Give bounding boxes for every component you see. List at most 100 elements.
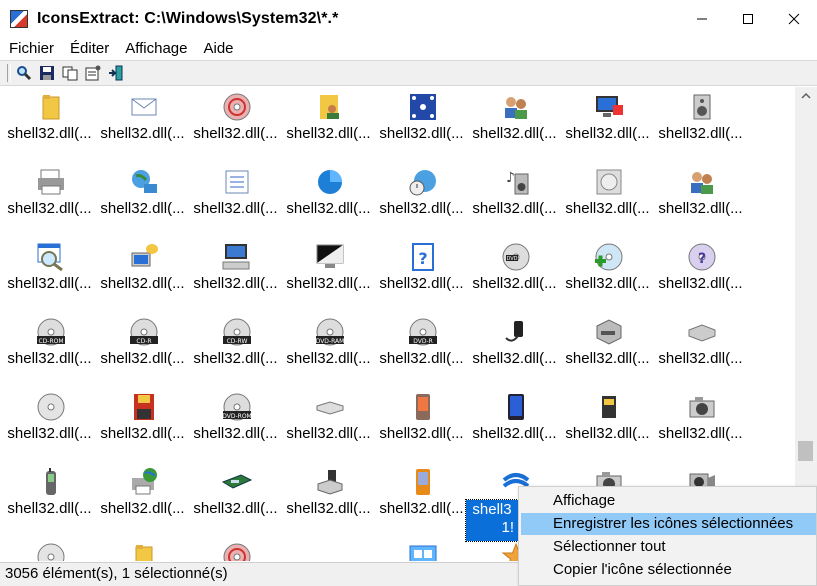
icon-item[interactable]: shell32.dll(... bbox=[3, 389, 96, 464]
icon-item[interactable] bbox=[189, 539, 282, 561]
context-menu-item-copy-icon[interactable]: Copier l'icône sélectionnée bbox=[521, 559, 816, 581]
menu-editer[interactable]: Éditer bbox=[62, 40, 117, 57]
icon-item[interactable]: CD-R shell32.dll(... bbox=[96, 314, 189, 389]
exit-icon bbox=[109, 65, 123, 81]
icon-item[interactable]: DVD shell32.dll(... bbox=[468, 239, 561, 314]
properties-button[interactable] bbox=[83, 63, 103, 83]
icon-item[interactable]: shell32.dll(... bbox=[654, 389, 747, 464]
icon-item[interactable]: shell32.dll(... bbox=[282, 239, 375, 314]
help-monitor-icon bbox=[128, 241, 160, 273]
icon-item[interactable]: shell32.dll(... bbox=[3, 164, 96, 239]
copy-icon bbox=[62, 66, 78, 81]
folder-icon bbox=[128, 541, 160, 561]
icon-item[interactable]: ? shell32.dll(... bbox=[654, 239, 747, 314]
dvd-rom-icon: DVD-ROM bbox=[221, 391, 253, 423]
icon-item[interactable]: CD-ROM shell32.dll(... bbox=[3, 314, 96, 389]
icon-item[interactable]: shell32.dll(... bbox=[282, 464, 375, 539]
title-bar: IconsExtract: C:\Windows\System32\*.* bbox=[0, 0, 817, 37]
context-menu-item-select-all[interactable]: Sélectionner tout bbox=[521, 536, 816, 558]
icon-label: shell32.dll(... bbox=[193, 275, 278, 292]
icon-item[interactable]: shell32.dll(... bbox=[189, 164, 282, 239]
pda-icon bbox=[407, 391, 439, 423]
icon-item[interactable]: shell32.dll(... bbox=[654, 314, 747, 389]
icon-item[interactable]: shell32.dll(... bbox=[3, 89, 96, 164]
context-menu-item-affichage[interactable]: Affichage bbox=[521, 490, 816, 512]
monitor-colors-icon bbox=[593, 91, 625, 123]
icon-item[interactable]: shell32.dll(... bbox=[96, 164, 189, 239]
icon-item[interactable]: ♪ shell32.dll(... bbox=[468, 164, 561, 239]
icon-item[interactable]: shell32.dll(... bbox=[375, 389, 468, 464]
icon-item[interactable]: CD-RW shell32.dll(... bbox=[189, 314, 282, 389]
icon-item[interactable]: shell32.dll(... bbox=[561, 89, 654, 164]
context-menu-item-save-selected[interactable]: Enregistrer les icônes sélectionnées bbox=[521, 513, 816, 535]
icon-item[interactable]: shell32.dll(... bbox=[561, 314, 654, 389]
icon-label: shell3 1! bbox=[465, 499, 519, 542]
svg-text:DVD-ROM: DVD-ROM bbox=[222, 413, 251, 420]
icon-item[interactable]: shell32.dll(... bbox=[561, 164, 654, 239]
window-blue-icon bbox=[407, 541, 439, 561]
icon-item[interactable]: shell32.dll(... bbox=[96, 89, 189, 164]
icon-item[interactable]: shell32.dll(... bbox=[189, 89, 282, 164]
menu-aide[interactable]: Aide bbox=[195, 40, 241, 57]
exit-button[interactable] bbox=[106, 63, 126, 83]
close-button[interactable] bbox=[771, 0, 817, 37]
menu-affichage[interactable]: Affichage bbox=[117, 40, 195, 57]
folder-icon bbox=[35, 91, 67, 123]
icon-item[interactable]: shell32.dll(... bbox=[468, 89, 561, 164]
icon-item[interactable]: shell32.dll(... bbox=[96, 239, 189, 314]
disc-red-icon bbox=[221, 541, 253, 561]
icon-item[interactable] bbox=[96, 539, 189, 561]
media-player-icon bbox=[500, 316, 532, 348]
scroll-thumb[interactable] bbox=[798, 441, 813, 461]
icon-item[interactable]: shell32.dll(... bbox=[3, 464, 96, 539]
icon-item[interactable]: shell32.dll(... bbox=[561, 389, 654, 464]
find-button[interactable] bbox=[14, 63, 34, 83]
icon-item[interactable]: shell32.dll(... bbox=[3, 239, 96, 314]
icon-item[interactable]: shell32.dll(... bbox=[375, 89, 468, 164]
icon-item[interactable] bbox=[3, 539, 96, 561]
icon-item[interactable]: DVD-R shell32.dll(... bbox=[375, 314, 468, 389]
icon-item[interactable]: shell32.dll(... bbox=[468, 389, 561, 464]
icon-item[interactable] bbox=[375, 539, 468, 561]
app-icon bbox=[10, 9, 28, 28]
icon-item[interactable]: shell32.dll(... bbox=[468, 314, 561, 389]
minimize-button[interactable] bbox=[679, 0, 725, 37]
copy-button[interactable] bbox=[60, 63, 80, 83]
icon-item[interactable]: shell32.dll(... bbox=[561, 239, 654, 314]
scroll-up-arrow-icon[interactable] bbox=[795, 87, 817, 105]
icon-item[interactable]: shell32.dll(... bbox=[282, 389, 375, 464]
status-text: 3056 élément(s), 1 sélectionné(s) bbox=[5, 565, 228, 582]
icon-item[interactable]: shell32.dll(... bbox=[654, 89, 747, 164]
icon-label: shell32.dll(... bbox=[100, 500, 185, 517]
icon-item[interactable]: shell32.dll(... bbox=[282, 164, 375, 239]
save-button[interactable] bbox=[37, 63, 57, 83]
icon-item[interactable]: shell32.dll(... bbox=[189, 464, 282, 539]
icon-item[interactable]: shell32.dll(... bbox=[282, 89, 375, 164]
icon-item[interactable]: DVD-ROM shell32.dll(... bbox=[189, 389, 282, 464]
icon-item[interactable]: shell32.dll(... bbox=[375, 464, 468, 539]
icon-item[interactable]: shell32.dll(... bbox=[96, 464, 189, 539]
disc-box-icon bbox=[593, 166, 625, 198]
monitor-dark-icon bbox=[314, 241, 346, 273]
icon-label: shell32.dll(... bbox=[565, 350, 650, 367]
svg-text:DVD: DVD bbox=[506, 256, 517, 262]
icon-item[interactable]: shell32.dll(... bbox=[375, 164, 468, 239]
icon-label: shell32.dll(... bbox=[565, 275, 650, 292]
icon-label: shell32.dll(... bbox=[193, 125, 278, 142]
menu-fichier[interactable]: Fichier bbox=[0, 40, 62, 57]
icon-item[interactable]: shell32.dll(... bbox=[189, 239, 282, 314]
icon-item[interactable] bbox=[282, 539, 375, 561]
svg-text:?: ? bbox=[418, 249, 427, 268]
checklist-icon bbox=[221, 166, 253, 198]
maximize-button[interactable] bbox=[725, 0, 771, 37]
icon-label: shell32.dll(... bbox=[100, 275, 185, 292]
icon-label: shell32.dll(... bbox=[379, 200, 464, 217]
printer-globe-icon bbox=[128, 466, 160, 498]
icon-item[interactable]: DVD-RAM shell32.dll(... bbox=[282, 314, 375, 389]
icon-item[interactable]: shell32.dll(... bbox=[654, 164, 747, 239]
icon-label: shell32.dll(... bbox=[472, 275, 557, 292]
icon-label: shell32.dll(... bbox=[286, 275, 371, 292]
music-speaker-icon: ♪ bbox=[500, 166, 532, 198]
icon-item[interactable]: ? shell32.dll(... bbox=[375, 239, 468, 314]
icon-item[interactable]: shell32.dll(... bbox=[96, 389, 189, 464]
